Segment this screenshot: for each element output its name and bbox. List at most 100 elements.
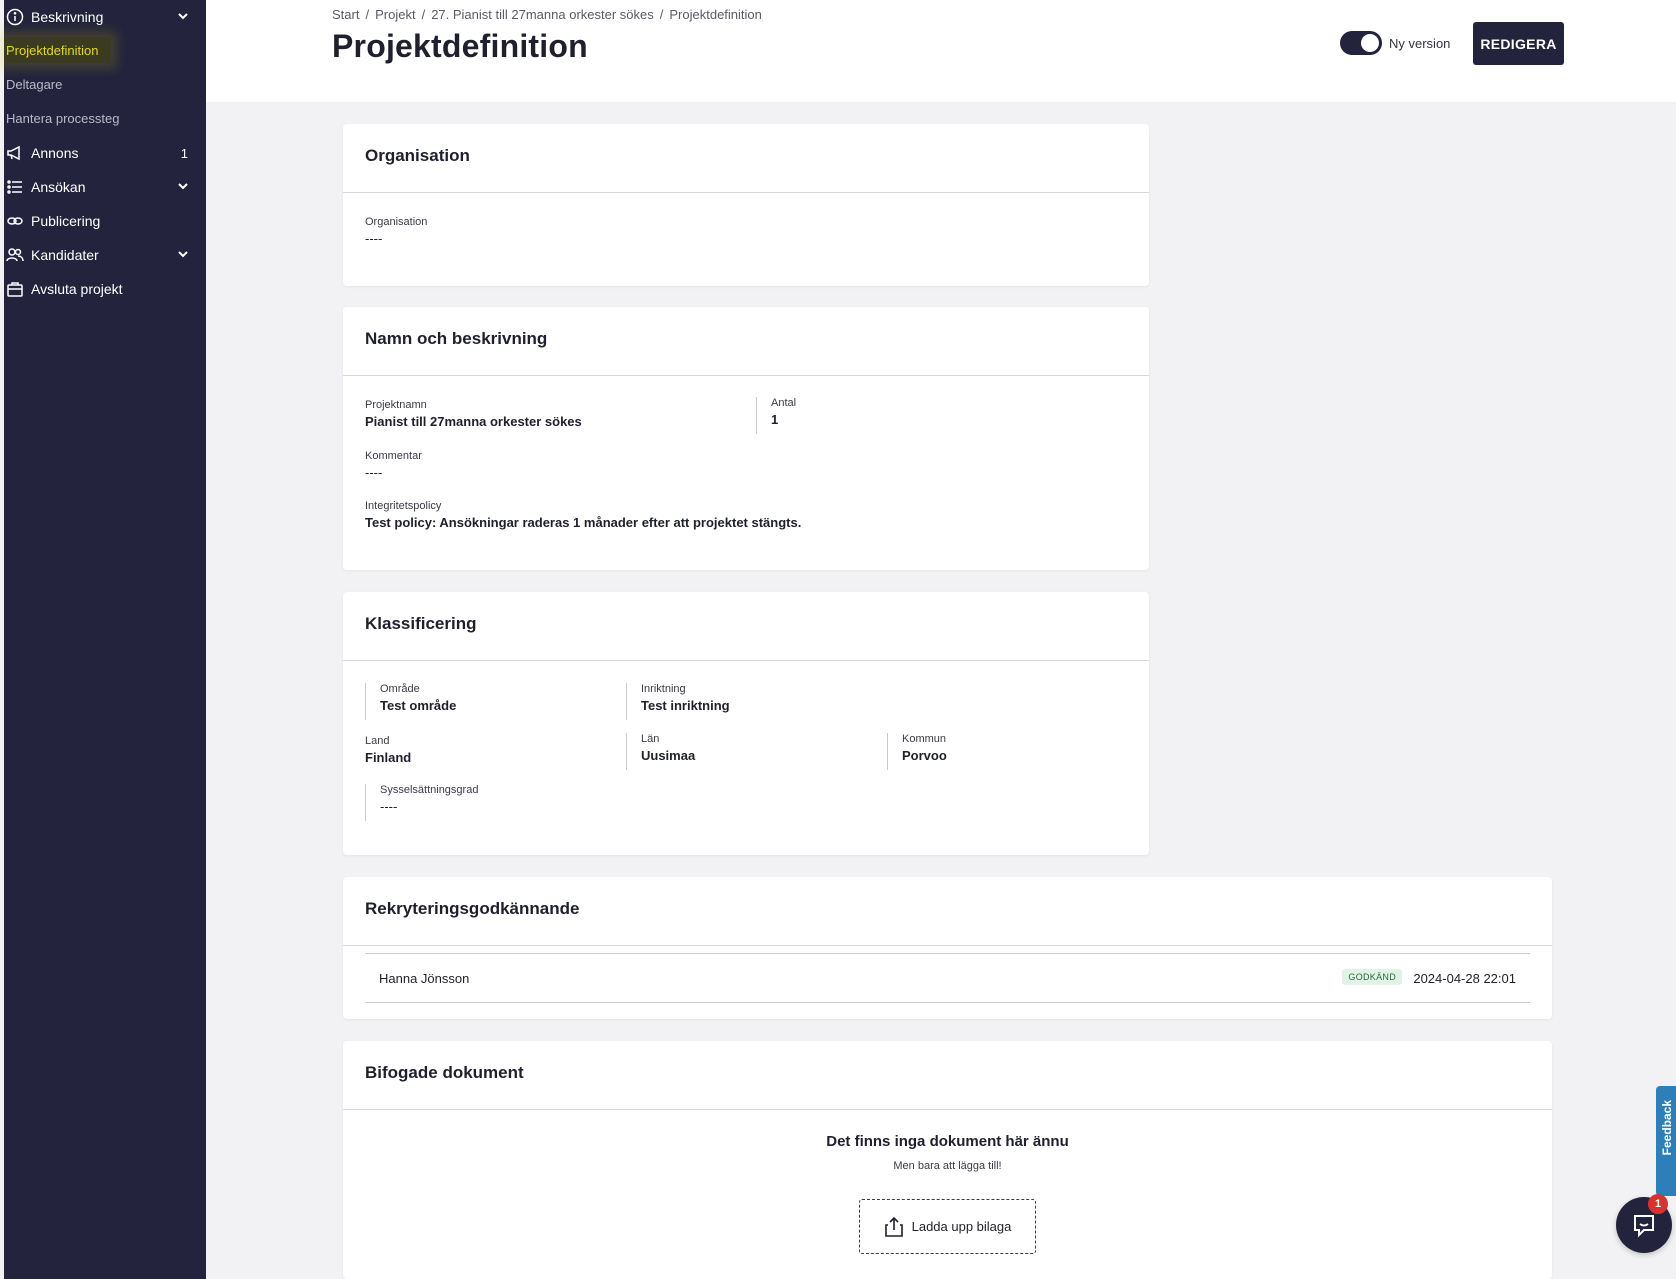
breadcrumb-separator: /: [659, 7, 664, 22]
field-value: Test policy: Ansökningar raderas 1 månad…: [365, 515, 802, 530]
sidebar-item-ansokan[interactable]: Ansökan: [4, 172, 206, 202]
megaphone-icon: [6, 144, 24, 162]
count-field: Antal 1: [756, 397, 796, 434]
field-label: Inriktning: [641, 683, 686, 695]
approval-date: 2024-04-28 22:01: [1413, 971, 1516, 986]
page-title: Projektdefinition: [332, 28, 588, 64]
field-value: Uusimaa: [641, 748, 696, 763]
chevron-down-icon[interactable]: [176, 247, 190, 261]
sidebar-item-label: Annons: [31, 145, 79, 161]
new-version-toggle[interactable]: [1340, 31, 1382, 55]
project-name-field: Projektnamn Pianist till 27manna orkeste…: [365, 399, 751, 429]
name-description-card: Namn och beskrivning Projektnamn Pianist…: [343, 307, 1149, 570]
organisation-field: Organisation ----: [365, 216, 427, 246]
divider: [343, 1109, 1552, 1110]
breadcrumb-separator: /: [365, 7, 370, 22]
sidebar-item-label: Ansökan: [31, 179, 86, 195]
breadcrumb-current: Projektdefinition: [669, 7, 762, 22]
divider: [343, 192, 1149, 193]
field-label: Organisation: [365, 216, 428, 228]
upload-icon: [884, 1216, 903, 1237]
privacy-policy-field: Integritetspolicy Test policy: Ansökning…: [365, 500, 801, 530]
table-row: Hanna Jönsson GODKÄND 2024-04-28 22:01: [365, 953, 1530, 1003]
card-title: Bifogade dokument: [365, 1063, 524, 1082]
breadcrumb-start[interactable]: Start: [332, 7, 359, 22]
field-label: Integritetspolicy: [365, 500, 442, 512]
briefcase-icon: [6, 280, 24, 298]
field-value: 1: [771, 412, 779, 427]
region-field: Län Uusimaa: [626, 733, 695, 770]
sidebar-subitem-deltagare[interactable]: Deltagare: [4, 71, 62, 97]
feedback-tab[interactable]: Feedback: [1656, 1086, 1676, 1196]
sidebar-item-label: Beskrivning: [31, 9, 104, 25]
field-value: Test område: [380, 698, 457, 713]
employment-field: Sysselsättningsgrad ----: [365, 784, 478, 821]
sidebar-item-label: Kandidater: [31, 247, 99, 263]
field-label: Kommun: [902, 733, 947, 745]
recruitment-approval-card: Rekryteringsgodkännande Hanna Jönsson GO…: [343, 877, 1552, 1019]
sidebar: Beskrivning Projektdefinition Deltagare …: [0, 0, 206, 1279]
area-field: Område Test område: [365, 683, 456, 720]
link-icon: [6, 212, 24, 230]
toggle-knob: [1361, 34, 1379, 52]
chat-notification-badge: 1: [1648, 1194, 1668, 1214]
comment-field: Kommentar ----: [365, 450, 422, 480]
empty-state-title: Det finns inga dokument här ännu: [826, 1133, 1069, 1150]
sidebar-item-beskrivning[interactable]: Beskrivning: [4, 2, 206, 32]
breadcrumb: Start / Projekt / 27. Pianist till 27man…: [332, 7, 762, 22]
sidebar-item-label: Avsluta projekt: [31, 281, 123, 297]
municipality-field: Kommun Porvoo: [887, 733, 947, 770]
chat-icon: [1634, 1215, 1654, 1238]
sidebar-item-label: Publicering: [31, 213, 101, 229]
field-value: Porvoo: [902, 748, 947, 763]
sidebar-subitem-projektdefinition[interactable]: Projektdefinition: [4, 37, 111, 63]
country-field: Land Finland: [365, 735, 411, 765]
breadcrumb-projekt[interactable]: Projekt: [375, 7, 415, 22]
chevron-down-icon[interactable]: [176, 179, 190, 193]
field-label: Antal: [771, 397, 797, 409]
sidebar-item-kandidater[interactable]: Kandidater: [4, 240, 206, 270]
sidebar-item-publicering[interactable]: Publicering: [4, 206, 206, 236]
edit-button[interactable]: REDIGERA: [1473, 22, 1564, 65]
empty-state-subtitle: Men bara att lägga till!: [893, 1160, 1002, 1172]
field-value: Pianist till 27manna orkester sökes: [365, 414, 582, 429]
breadcrumb-separator: /: [421, 7, 426, 22]
divider: [343, 375, 1149, 376]
field-value: Finland: [365, 750, 412, 765]
users-icon: [6, 246, 24, 264]
field-label: Kommentar: [365, 450, 422, 462]
divider: [343, 660, 1149, 661]
field-label: Län: [641, 733, 660, 745]
upload-label: Ladda upp bilaga: [911, 1219, 1012, 1234]
attached-documents-card: Bifogade dokument Det finns inga dokumen…: [343, 1041, 1552, 1279]
approver-name: Hanna Jönsson: [379, 971, 470, 986]
feedback-label: Feedback: [1660, 1100, 1674, 1156]
card-title: Klassificering: [365, 614, 477, 633]
field-value: Test inriktning: [641, 698, 730, 713]
info-icon: [6, 8, 24, 26]
field-value: ----: [365, 231, 383, 246]
direction-field: Inriktning Test inriktning: [626, 683, 730, 720]
field-label: Område: [380, 683, 420, 695]
sidebar-subitem-hantera-processteg[interactable]: Hantera processteg: [4, 105, 119, 131]
sidebar-item-annons[interactable]: Annons 1: [4, 138, 206, 168]
annons-count: 1: [180, 145, 188, 161]
field-label: Sysselsättningsgrad: [380, 784, 479, 796]
upload-attachment-button[interactable]: Ladda upp bilaga: [859, 1199, 1036, 1254]
field-label: Land: [365, 735, 390, 747]
card-title: Organisation: [365, 146, 470, 165]
breadcrumb-project[interactable]: 27. Pianist till 27manna orkester sökes: [431, 7, 654, 22]
field-value: ----: [380, 799, 398, 814]
card-title: Rekryteringsgodkännande: [365, 899, 580, 918]
classification-card: Klassificering Område Test område Inrikt…: [343, 592, 1149, 855]
new-version-label: Ny version: [1389, 36, 1451, 51]
organisation-card: Organisation Organisation ----: [343, 124, 1149, 286]
sidebar-item-avsluta-projekt[interactable]: Avsluta projekt: [4, 274, 206, 304]
card-title: Namn och beskrivning: [365, 329, 548, 348]
list-icon: [6, 178, 24, 196]
divider: [343, 945, 1552, 946]
chevron-down-icon[interactable]: [176, 9, 190, 23]
field-value: ----: [365, 465, 383, 480]
field-label: Projektnamn: [365, 399, 427, 411]
status-badge: GODKÄND: [1342, 969, 1402, 985]
